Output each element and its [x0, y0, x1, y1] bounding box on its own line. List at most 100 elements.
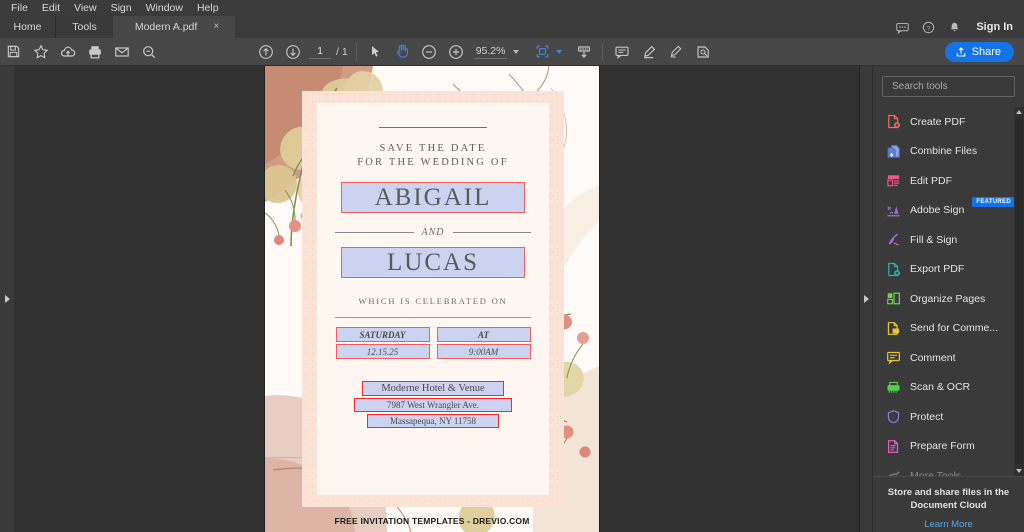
tab-bar-right-actions: ? Sign In — [896, 16, 1024, 38]
tool-label: Fill & Sign — [910, 233, 958, 246]
fit-options-chevron-icon[interactable] — [556, 49, 563, 54]
page-number-input[interactable]: 1 — [309, 45, 331, 59]
help-icon[interactable]: ? — [922, 21, 935, 34]
tool-organize-pages[interactable]: Organize Pages — [873, 284, 1024, 314]
tool-label: Protect — [910, 410, 944, 423]
right-panel-toggle[interactable] — [860, 66, 872, 532]
and-label: AND — [421, 227, 445, 238]
celebrated-on-label: WHICH IS CELEBRATED ON — [358, 296, 508, 306]
tool-protect[interactable]: Protect — [873, 402, 1024, 432]
tab-document[interactable]: Modern A.pdf × — [113, 16, 235, 38]
menu-view[interactable]: View — [67, 0, 104, 16]
hand-tool-icon[interactable] — [389, 39, 416, 65]
email-icon[interactable] — [108, 39, 135, 65]
chevron-down-icon[interactable] — [1016, 469, 1022, 473]
tool-adobe-sign[interactable]: Adobe Sign FEATURED — [873, 196, 1024, 226]
save-icon[interactable] — [0, 39, 27, 65]
form-field-bride-name[interactable]: ABIGAIL — [341, 182, 525, 213]
toolbar-fit-group — [529, 39, 597, 65]
chat-icon[interactable] — [896, 21, 910, 34]
tool-combine-files[interactable]: Combine Files — [873, 137, 1024, 167]
tool-create-pdf[interactable]: Create PDF — [873, 107, 1024, 137]
toolbar-divider-2 — [602, 42, 604, 61]
edit-pdf-icon — [887, 175, 900, 187]
tool-prepare-form[interactable]: Prepare Form — [873, 432, 1024, 462]
tools-panel-scrollbar[interactable] — [1014, 107, 1024, 476]
form-field-venue-street[interactable]: 7987 West Wrangler Ave. — [354, 398, 512, 412]
form-field-venue-name[interactable]: Moderne Hotel & Venue — [362, 381, 504, 396]
more-tools-icon — [888, 471, 900, 476]
zoom-out-icon[interactable] — [416, 39, 443, 65]
print-icon[interactable] — [81, 39, 108, 65]
page-total-label: / 1 — [336, 45, 348, 58]
cloud-upload-icon[interactable] — [54, 39, 81, 65]
fit-page-icon[interactable] — [529, 39, 556, 65]
tool-send-for-comments[interactable]: Send for Comme... — [873, 314, 1024, 344]
tool-scan-and-ocr[interactable]: Scan & OCR — [873, 373, 1024, 403]
pdf-viewer[interactable]: SAVE THE DATE FOR THE WEDDING OF ABIGAIL… — [14, 66, 872, 532]
highlight-icon[interactable] — [635, 39, 662, 65]
save-the-date-line-1: SAVE THE DATE — [379, 143, 487, 154]
menu-sign[interactable]: Sign — [104, 0, 139, 16]
and-rule-left — [335, 232, 414, 233]
toolbar-annotate-group — [608, 39, 716, 65]
form-field-groom-name[interactable]: LUCAS — [341, 247, 525, 278]
zoom-level-control[interactable]: 95.2% — [473, 45, 520, 59]
tool-comment[interactable]: Comment — [873, 343, 1024, 373]
zoom-level-value[interactable]: 95.2% — [473, 45, 508, 59]
signature-icon[interactable] — [662, 39, 689, 65]
tool-label: Edit PDF — [910, 174, 953, 187]
tool-label: Comment — [910, 351, 956, 364]
menu-window[interactable]: Window — [139, 0, 190, 16]
form-field-at-label[interactable]: AT — [436, 327, 531, 342]
search-tools-input[interactable]: Search tools — [882, 76, 1015, 97]
venue-fields: Moderne Hotel & Venue 7987 West Wrangler… — [354, 381, 512, 428]
tools-panel: Search tools Create PDF Combine Files Ed… — [872, 66, 1024, 532]
menu-help[interactable]: Help — [190, 0, 226, 16]
tool-export-pdf[interactable]: Export PDF — [873, 255, 1024, 285]
tool-label: Combine Files — [910, 145, 978, 158]
featured-badge: FEATURED — [972, 196, 1015, 207]
tool-label: Prepare Form — [910, 440, 975, 453]
previous-page-icon[interactable] — [252, 39, 279, 65]
left-panel-toggle[interactable] — [0, 66, 14, 532]
search-icon[interactable] — [135, 39, 162, 65]
page-scroll-icon[interactable] — [570, 39, 597, 65]
tab-home[interactable]: Home — [0, 16, 55, 38]
learn-more-link[interactable]: Learn More — [873, 519, 1024, 530]
tab-bar: Home Tools Modern A.pdf × ? Sign In — [0, 16, 1024, 38]
chevron-right-icon — [863, 295, 869, 303]
top-rule — [379, 127, 487, 128]
page-navigation[interactable]: 1 / 1 — [309, 45, 348, 59]
tab-tools[interactable]: Tools — [55, 16, 113, 38]
star-icon[interactable] — [27, 39, 54, 65]
tool-more-tools[interactable]: More Tools — [873, 461, 1024, 476]
chevron-down-icon[interactable] — [513, 49, 520, 54]
acrobat-window: File Edit View Sign Window Help Home Too… — [0, 0, 1024, 532]
chevron-up-icon[interactable] — [1016, 110, 1022, 114]
next-page-icon[interactable] — [279, 39, 306, 65]
adobe-sign-icon — [887, 205, 900, 217]
add-comment-icon[interactable] — [608, 39, 635, 65]
zoom-in-icon[interactable] — [443, 39, 470, 65]
share-button[interactable]: Share — [944, 41, 1014, 62]
stamp-icon[interactable] — [689, 39, 716, 65]
menu-edit[interactable]: Edit — [35, 0, 67, 16]
notifications-bell-icon[interactable] — [948, 21, 961, 34]
form-field-time-value[interactable]: 9:00AM — [436, 344, 531, 359]
close-icon[interactable]: × — [213, 22, 219, 32]
pdf-page: SAVE THE DATE FOR THE WEDDING OF ABIGAIL… — [265, 66, 599, 532]
tool-fill-and-sign[interactable]: Fill & Sign — [873, 225, 1024, 255]
menu-file[interactable]: File — [4, 0, 35, 16]
form-field-venue-city[interactable]: Massapequa, NY 11758 — [367, 414, 499, 428]
tool-label: Export PDF — [910, 263, 965, 276]
tools-scrollbar-thumb[interactable] — [1015, 119, 1023, 464]
tool-label: Organize Pages — [910, 292, 986, 305]
form-field-date-value[interactable]: 12.15.25 — [335, 344, 430, 359]
and-divider: AND — [335, 227, 531, 238]
sign-in-button[interactable]: Sign In — [974, 21, 1013, 33]
form-field-day-label[interactable]: SATURDAY — [335, 327, 430, 342]
tool-edit-pdf[interactable]: Edit PDF — [873, 166, 1024, 196]
select-tool-icon[interactable] — [362, 39, 389, 65]
tools-list: Create PDF Combine Files Edit PDF Adobe … — [873, 107, 1024, 476]
